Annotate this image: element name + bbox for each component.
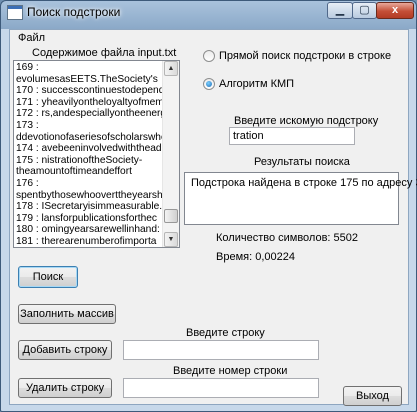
time-label: Время: 0,00224 bbox=[216, 251, 295, 263]
app-icon bbox=[7, 5, 23, 20]
file-line: spentbythosewhooverttheyearsha bbox=[16, 189, 164, 201]
delete-line-button[interactable]: Удалить строку bbox=[18, 378, 112, 398]
fill-array-button[interactable]: Заполнить массив bbox=[18, 304, 116, 324]
search-button[interactable]: Поиск bbox=[18, 266, 78, 288]
delete-line-input[interactable] bbox=[123, 378, 319, 398]
scroll-up-icon[interactable]: ▲ bbox=[164, 61, 178, 76]
file-line: 169 : bbox=[16, 62, 39, 73]
file-line: 171 : yheavilyontheloyaltyofmembe bbox=[16, 96, 164, 108]
menu-bar: Файл bbox=[10, 30, 408, 48]
file-line: 178 : ISecretaryisimmeasurable.P bbox=[16, 201, 164, 213]
file-line: 175 : nistrationoftheSociety- bbox=[16, 154, 143, 166]
file-line: 173 : bbox=[16, 119, 39, 131]
radio-direct-search-label[interactable]: Прямой поиск подстроки в строке bbox=[219, 50, 391, 62]
results-label: Результаты поиска bbox=[254, 156, 350, 168]
minimize-icon: ▁ bbox=[335, 4, 345, 16]
file-line: 176 : bbox=[16, 177, 39, 189]
file-contents-text: 169 : evolumesasEETS.TheSociety's 170 : su… bbox=[16, 62, 164, 249]
scroll-thumb[interactable] bbox=[164, 209, 178, 223]
file-line: 172 : rs,andespeciallyontheenergya bbox=[16, 108, 164, 120]
file-line: 179 : lansforpublicationsforthec bbox=[16, 212, 158, 224]
maximize-icon: ▢ bbox=[359, 4, 370, 16]
radio-direct-search[interactable] bbox=[203, 50, 215, 62]
file-line: theamountoftimeandeffort bbox=[16, 166, 132, 178]
add-line-label: Введите строку bbox=[186, 327, 265, 339]
file-contents-textbox[interactable]: 169 : evolumesasEETS.TheSociety's 170 : su… bbox=[13, 60, 180, 248]
file-line: 180 : omingyearsarewellinhand: bbox=[16, 224, 160, 236]
results-text: Подстрока найдена в строке 175 по адресу… bbox=[191, 177, 417, 189]
scroll-down-icon[interactable]: ▼ bbox=[164, 232, 178, 247]
results-textbox[interactable]: Подстрока найдена в строке 175 по адресу… bbox=[184, 172, 417, 225]
radio-kmp-label[interactable]: Алгоритм КМП bbox=[219, 78, 294, 90]
char-count-label: Количество символов: 5502 bbox=[216, 232, 359, 244]
file-contents-label: Содержимое файла input.txt bbox=[32, 47, 177, 59]
main-window: Поиск подстроки ▁ ▢ x Файл Содержимое фа… bbox=[0, 0, 417, 412]
radio-kmp[interactable] bbox=[203, 78, 215, 90]
close-icon: x bbox=[391, 4, 399, 16]
maximize-button[interactable]: ▢ bbox=[352, 2, 377, 19]
add-line-input[interactable] bbox=[123, 340, 319, 360]
menu-file[interactable]: Файл bbox=[18, 32, 45, 44]
file-line: ddevotionofaseriesofscholarswhoh bbox=[16, 131, 164, 143]
file-line: 181 : therearenumberofimporta bbox=[16, 235, 157, 247]
file-line: 182 : nttextswhichshouldbepubl bbox=[16, 248, 164, 249]
add-line-button[interactable]: Добавить строку bbox=[18, 340, 112, 360]
close-button[interactable]: x bbox=[376, 2, 414, 19]
client-area: Файл Содержимое файла input.txt 169 : evo… bbox=[9, 29, 417, 406]
file-line: evolumesasEETS.TheSociety's bbox=[16, 73, 158, 85]
file-line: 170 : successcontinuestodependver bbox=[16, 85, 164, 97]
minimize-button[interactable]: ▁ bbox=[327, 2, 353, 19]
title-bar[interactable]: Поиск подстроки ▁ ▢ x bbox=[1, 1, 416, 23]
delete-line-label: Введите номер строки bbox=[173, 365, 288, 377]
vertical-scrollbar[interactable]: ▲ ▼ bbox=[162, 61, 179, 247]
file-line: 174 : avebeeninvolvedwiththeadmi bbox=[16, 143, 164, 155]
search-input[interactable] bbox=[229, 127, 355, 145]
search-label: Введите искомую подстроку bbox=[234, 115, 379, 127]
window-title: Поиск подстроки bbox=[27, 5, 121, 19]
exit-button[interactable]: Выход bbox=[343, 386, 402, 406]
radio-selected-dot bbox=[206, 81, 212, 87]
